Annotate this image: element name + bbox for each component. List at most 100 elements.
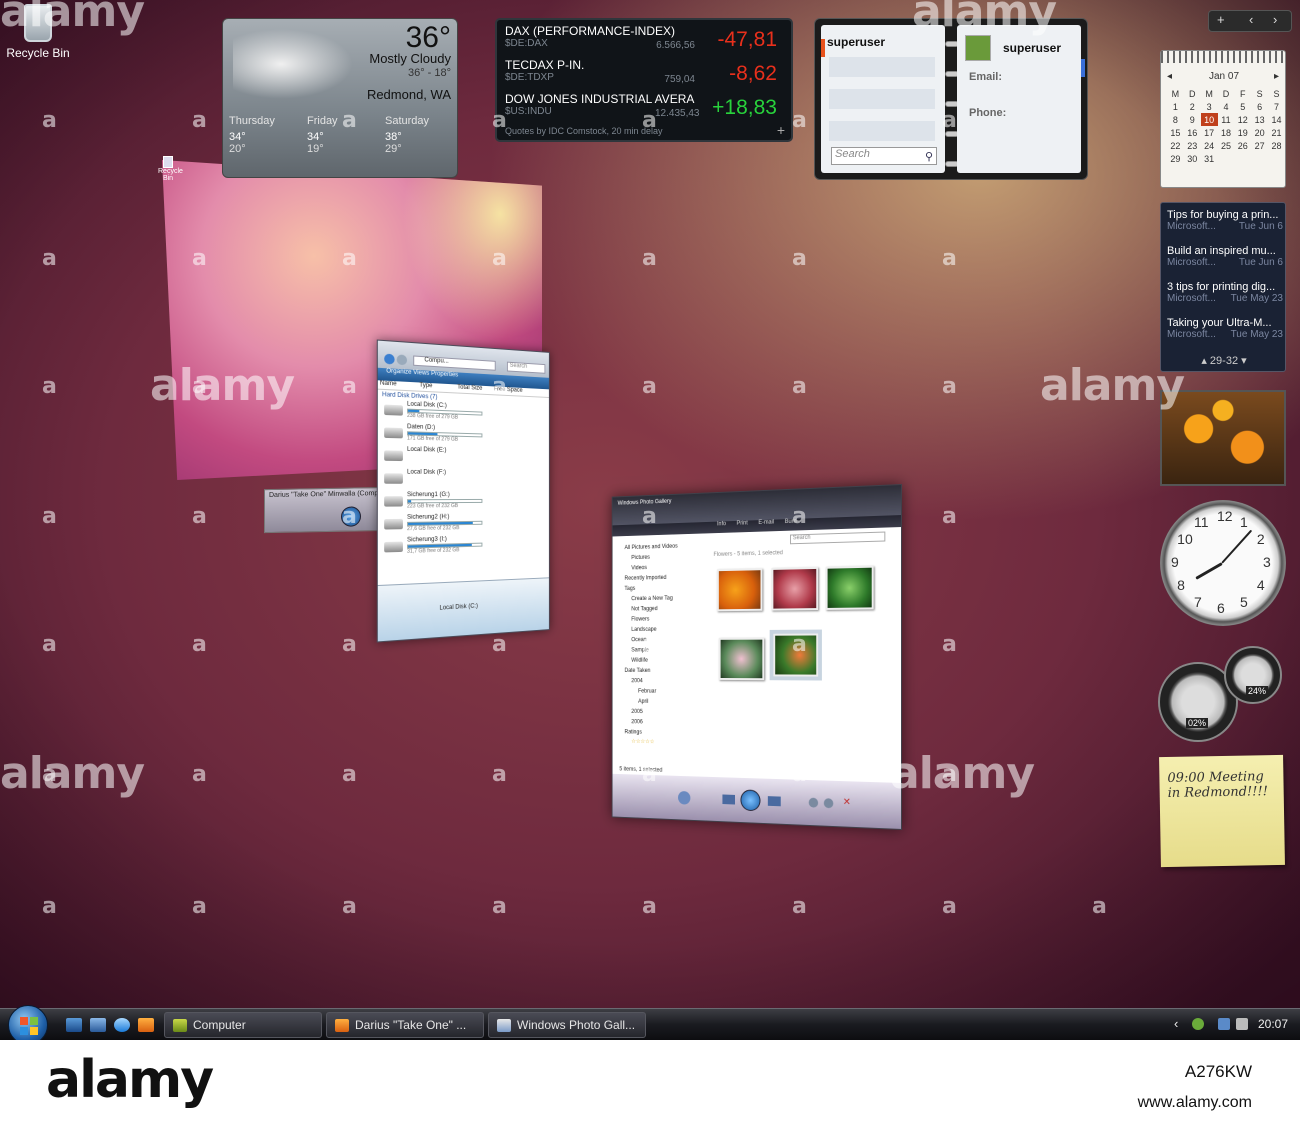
photo-thumbnail[interactable]	[825, 565, 874, 610]
calendar-day[interactable]: 8	[1167, 113, 1184, 126]
drive-item[interactable]: Sicherung3 (I:) 31,7 GB free of 232 GB	[378, 534, 549, 561]
calendar-day[interactable]: 15	[1167, 126, 1184, 139]
headline-item[interactable]: Tips for buying a prin... Microsoft... Tu…	[1167, 209, 1283, 243]
calendar-day[interactable]: 19	[1234, 126, 1251, 139]
calendar-day[interactable]: 20	[1251, 126, 1268, 139]
media-player-icon[interactable]	[138, 1018, 154, 1032]
calendar-day[interactable]: 27	[1251, 139, 1268, 152]
calendar-day[interactable]: 16	[1184, 126, 1201, 139]
previous-icon[interactable]: ‹	[1249, 12, 1253, 27]
calendar-day[interactable]: 26	[1234, 139, 1251, 152]
taskbar-button-photo-gallery[interactable]: Windows Photo Gall...	[488, 1012, 646, 1038]
calendar-day[interactable]: 25	[1218, 139, 1235, 152]
computer-explorer-window[interactable]: Compu... Search Organize Views Propertie…	[376, 339, 550, 643]
contacts-gadget[interactable]: superuser Search ⚲ superuser Email: Phon…	[814, 18, 1088, 180]
volume-icon[interactable]	[1236, 1018, 1248, 1030]
photo-gallery-window[interactable]: Windows Photo Gallery Info Print E-mail …	[611, 484, 902, 830]
calendar-day[interactable]: 10	[1200, 113, 1218, 126]
headline-item[interactable]: Taking your Ultra-M... Microsoft... Tue M…	[1167, 317, 1283, 351]
add-stock-icon[interactable]: +	[777, 122, 785, 138]
calendar-day[interactable]: 22	[1167, 139, 1184, 152]
stock-row[interactable]: DOW JONES INDUSTRIAL AVERA... $US:INDU 1…	[505, 92, 785, 126]
tree-item[interactable]: Wildlife	[619, 656, 697, 666]
recycle-bin-shortcut[interactable]: Recycle Bin	[4, 4, 72, 60]
photo-thumbnail[interactable]	[771, 566, 819, 611]
network-icon[interactable]	[1218, 1018, 1230, 1030]
stock-row[interactable]: DAX (PERFORMANCE-INDEX) $DE:DAX 6.566,56…	[505, 24, 785, 58]
calendar-day[interactable]: 13	[1251, 113, 1268, 126]
column-total-size[interactable]: Total Size	[455, 384, 492, 392]
calendar-day[interactable]: 31	[1201, 152, 1218, 165]
stock-row[interactable]: TECDAX P-IN. $DE:TDXP 759,04 -8,62	[505, 58, 785, 92]
delete-icon[interactable]: ✕	[843, 797, 851, 808]
forward-icon[interactable]	[396, 354, 408, 366]
headline-item[interactable]: 3 tips for printing dig... Microsoft... T…	[1167, 281, 1283, 315]
calendar-day[interactable]: 2	[1184, 100, 1201, 113]
clock-gadget[interactable]: 12 1 2 3 4 5 6 7 8 9 10 11	[1160, 500, 1286, 626]
calendar-day[interactable]: 1	[1167, 100, 1184, 113]
menu-print[interactable]: Print	[737, 521, 748, 527]
calendar-day[interactable]: 12	[1234, 113, 1251, 126]
address-bar[interactable]: Compu...	[413, 355, 496, 371]
contact-list-row[interactable]	[829, 57, 935, 77]
tree-item[interactable]: Ocean	[619, 635, 697, 646]
contact-list-row[interactable]	[829, 89, 935, 109]
calendar-day[interactable]: 30	[1184, 152, 1201, 165]
taskbar-button-media-player[interactable]: Darius "Take One" ...	[326, 1012, 484, 1038]
back-icon[interactable]	[384, 353, 395, 365]
add-gadget-icon[interactable]: +	[1217, 12, 1225, 27]
rotate-right-icon[interactable]	[823, 798, 834, 809]
switch-windows-icon[interactable]	[90, 1018, 106, 1032]
slideshow-play-icon[interactable]	[740, 789, 761, 812]
contact-list-user[interactable]: superuser	[827, 35, 885, 49]
column-free-space[interactable]: Free Space	[492, 386, 527, 394]
next-icon[interactable]: ›	[1273, 12, 1277, 27]
user-status-icon[interactable]	[1192, 1018, 1204, 1030]
drive-item[interactable]: Local Disk (F:)	[378, 469, 549, 492]
rating-stars-icon[interactable]: ☆☆☆☆☆	[619, 738, 697, 747]
taskbar-clock[interactable]: 20:07	[1258, 1017, 1288, 1031]
calendar-day[interactable]: 3	[1201, 100, 1218, 113]
calendar-day[interactable]: 28	[1268, 139, 1285, 152]
contact-search-input[interactable]: Search	[831, 147, 937, 165]
next-month-icon[interactable]: ▸	[1274, 71, 1279, 82]
photo-thumbnail-selected[interactable]	[769, 629, 822, 681]
search-input[interactable]: Search	[506, 361, 546, 374]
drive-item[interactable]: Local Disk (E:)	[378, 446, 549, 471]
calendar-gadget[interactable]: ◂ Jan 07 ▸ M D M D F S S 1 2 3 4 5 6 7 8 9 10 11 12 13 14 15 1…	[1160, 50, 1287, 188]
calendar-day[interactable]: 4	[1218, 100, 1235, 113]
calendar-day[interactable]: 18	[1218, 126, 1235, 139]
previous-photo-icon[interactable]	[722, 794, 736, 805]
contact-list-row[interactable]	[829, 121, 935, 141]
slideshow-gadget[interactable]	[1160, 390, 1286, 486]
feed-headlines-gadget[interactable]: Tips for buying a prin... Microsoft... Tu…	[1160, 202, 1286, 372]
gallery-search-input[interactable]: Search	[790, 531, 886, 545]
calendar-day[interactable]: 14	[1268, 113, 1285, 126]
pager-up-icon[interactable]: ▴	[1201, 355, 1207, 367]
calendar-day[interactable]: 21	[1268, 126, 1285, 139]
menu-email[interactable]: E-mail	[758, 520, 774, 526]
calendar-day[interactable]: 24	[1201, 139, 1218, 152]
rotate-left-icon[interactable]	[808, 797, 819, 808]
tree-item[interactable]: Flowers	[619, 614, 697, 625]
zoom-icon[interactable]	[678, 790, 691, 805]
internet-explorer-icon[interactable]	[114, 1018, 130, 1032]
drive-item[interactable]: Sicherung1 (G:) 223 GB free of 232 GB	[378, 492, 549, 515]
start-button[interactable]	[8, 1005, 48, 1040]
calendar-day[interactable]: 29	[1167, 152, 1184, 165]
calendar-day[interactable]: 17	[1201, 126, 1218, 139]
stocks-gadget[interactable]: DAX (PERFORMANCE-INDEX) $DE:DAX 6.566,56…	[495, 18, 793, 142]
menu-info[interactable]: Info	[717, 521, 726, 527]
menu-burn[interactable]: Burn	[785, 519, 797, 525]
taskbar-button-computer[interactable]: Computer	[164, 1012, 322, 1038]
column-name[interactable]: Name	[378, 380, 417, 388]
media-player-window[interactable]: Darius "Take One" Minwalla (Composer)	[264, 486, 388, 534]
tree-item[interactable]: Sample	[619, 646, 697, 656]
tree-item[interactable]: 2004	[619, 677, 697, 688]
cpu-meter-gadget[interactable]: 02% 24%	[1158, 646, 1284, 742]
show-hidden-icons-icon[interactable]: ‹	[1174, 1016, 1178, 1031]
calendar-day[interactable]: 5	[1234, 100, 1251, 113]
weather-gadget[interactable]: 36° Mostly Cloudy 36° - 18° Redmond, WA …	[222, 18, 458, 178]
sticky-note-gadget[interactable]: 09:00 Meeting in Redmond!!!!	[1159, 754, 1285, 868]
calendar-day[interactable]: 6	[1251, 100, 1268, 113]
